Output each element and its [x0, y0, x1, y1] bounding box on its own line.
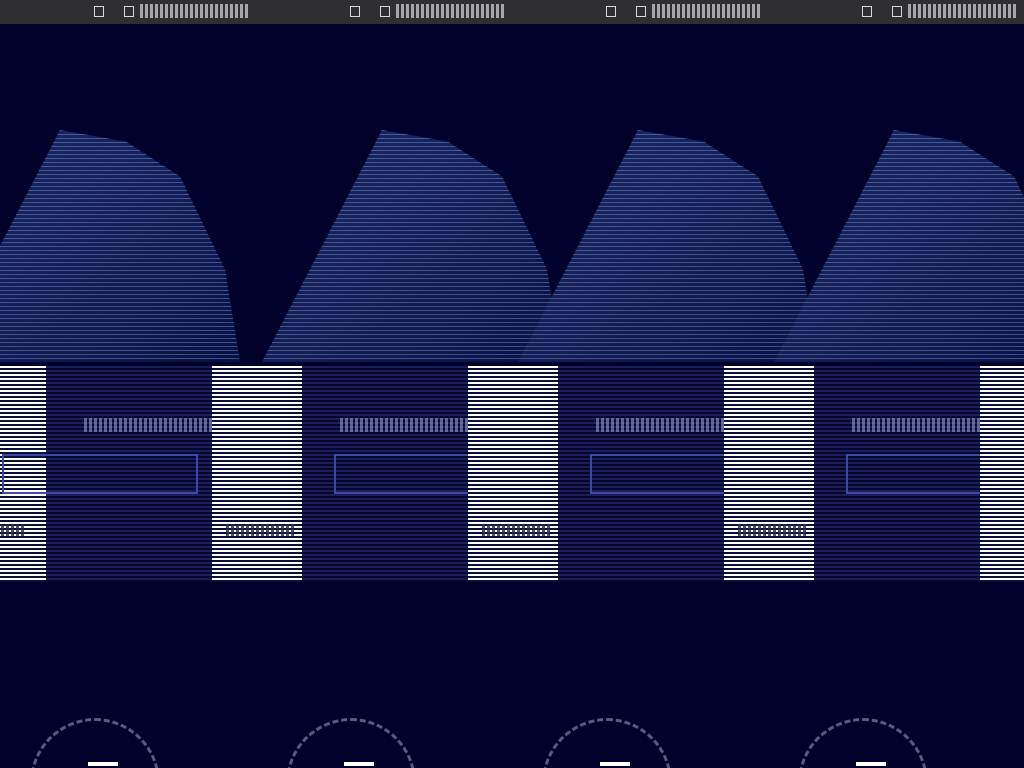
- background-graphic: [798, 718, 928, 768]
- topbar-text: [652, 4, 762, 18]
- topbar-text: [908, 4, 1018, 18]
- background-graphic: [518, 130, 818, 362]
- panel-light-strip: [724, 366, 814, 582]
- panel-caption: [226, 524, 296, 536]
- background-graphic: [0, 130, 240, 362]
- panel: [724, 366, 1024, 582]
- topbar-segment: [0, 0, 256, 24]
- window-icon: [380, 6, 390, 17]
- background-graphic: [262, 130, 562, 362]
- panel: [212, 366, 530, 582]
- background-graphic: [774, 130, 1024, 362]
- window-icon: [862, 6, 872, 17]
- panel: [468, 366, 786, 582]
- topbar-segment: [256, 0, 512, 24]
- topbar-segment: [512, 0, 768, 24]
- panel-light-strip: [212, 366, 302, 582]
- panel-heading: [84, 418, 212, 432]
- panel-heading: [340, 418, 468, 432]
- panel-light-strip: [980, 366, 1024, 582]
- panel: [980, 366, 1024, 582]
- screen: [0, 0, 1024, 768]
- topbar-text: [396, 4, 506, 18]
- panel-light-strip: [468, 366, 558, 582]
- panel-caption: [0, 524, 26, 536]
- topbar-text: [140, 4, 250, 18]
- window-icon: [350, 6, 360, 17]
- panel-heading: [852, 418, 980, 432]
- background-graphic: [88, 762, 118, 766]
- background-graphic: [542, 718, 672, 768]
- window-icon: [636, 6, 646, 17]
- window-icon: [892, 6, 902, 17]
- panel-caption: [482, 524, 552, 536]
- background-graphic: [344, 762, 374, 766]
- panel-heading: [596, 418, 724, 432]
- background-graphic: [30, 718, 160, 768]
- panel-caption: [738, 524, 808, 536]
- window-icon: [606, 6, 616, 17]
- background-graphic: [600, 762, 630, 766]
- background-graphic: [856, 762, 886, 766]
- top-bar: [0, 0, 1024, 24]
- window-icon: [124, 6, 134, 17]
- topbar-segment: [768, 0, 1024, 24]
- input-field[interactable]: [2, 454, 198, 494]
- background-graphic: [286, 718, 416, 768]
- window-icon: [94, 6, 104, 17]
- panel: [0, 366, 212, 582]
